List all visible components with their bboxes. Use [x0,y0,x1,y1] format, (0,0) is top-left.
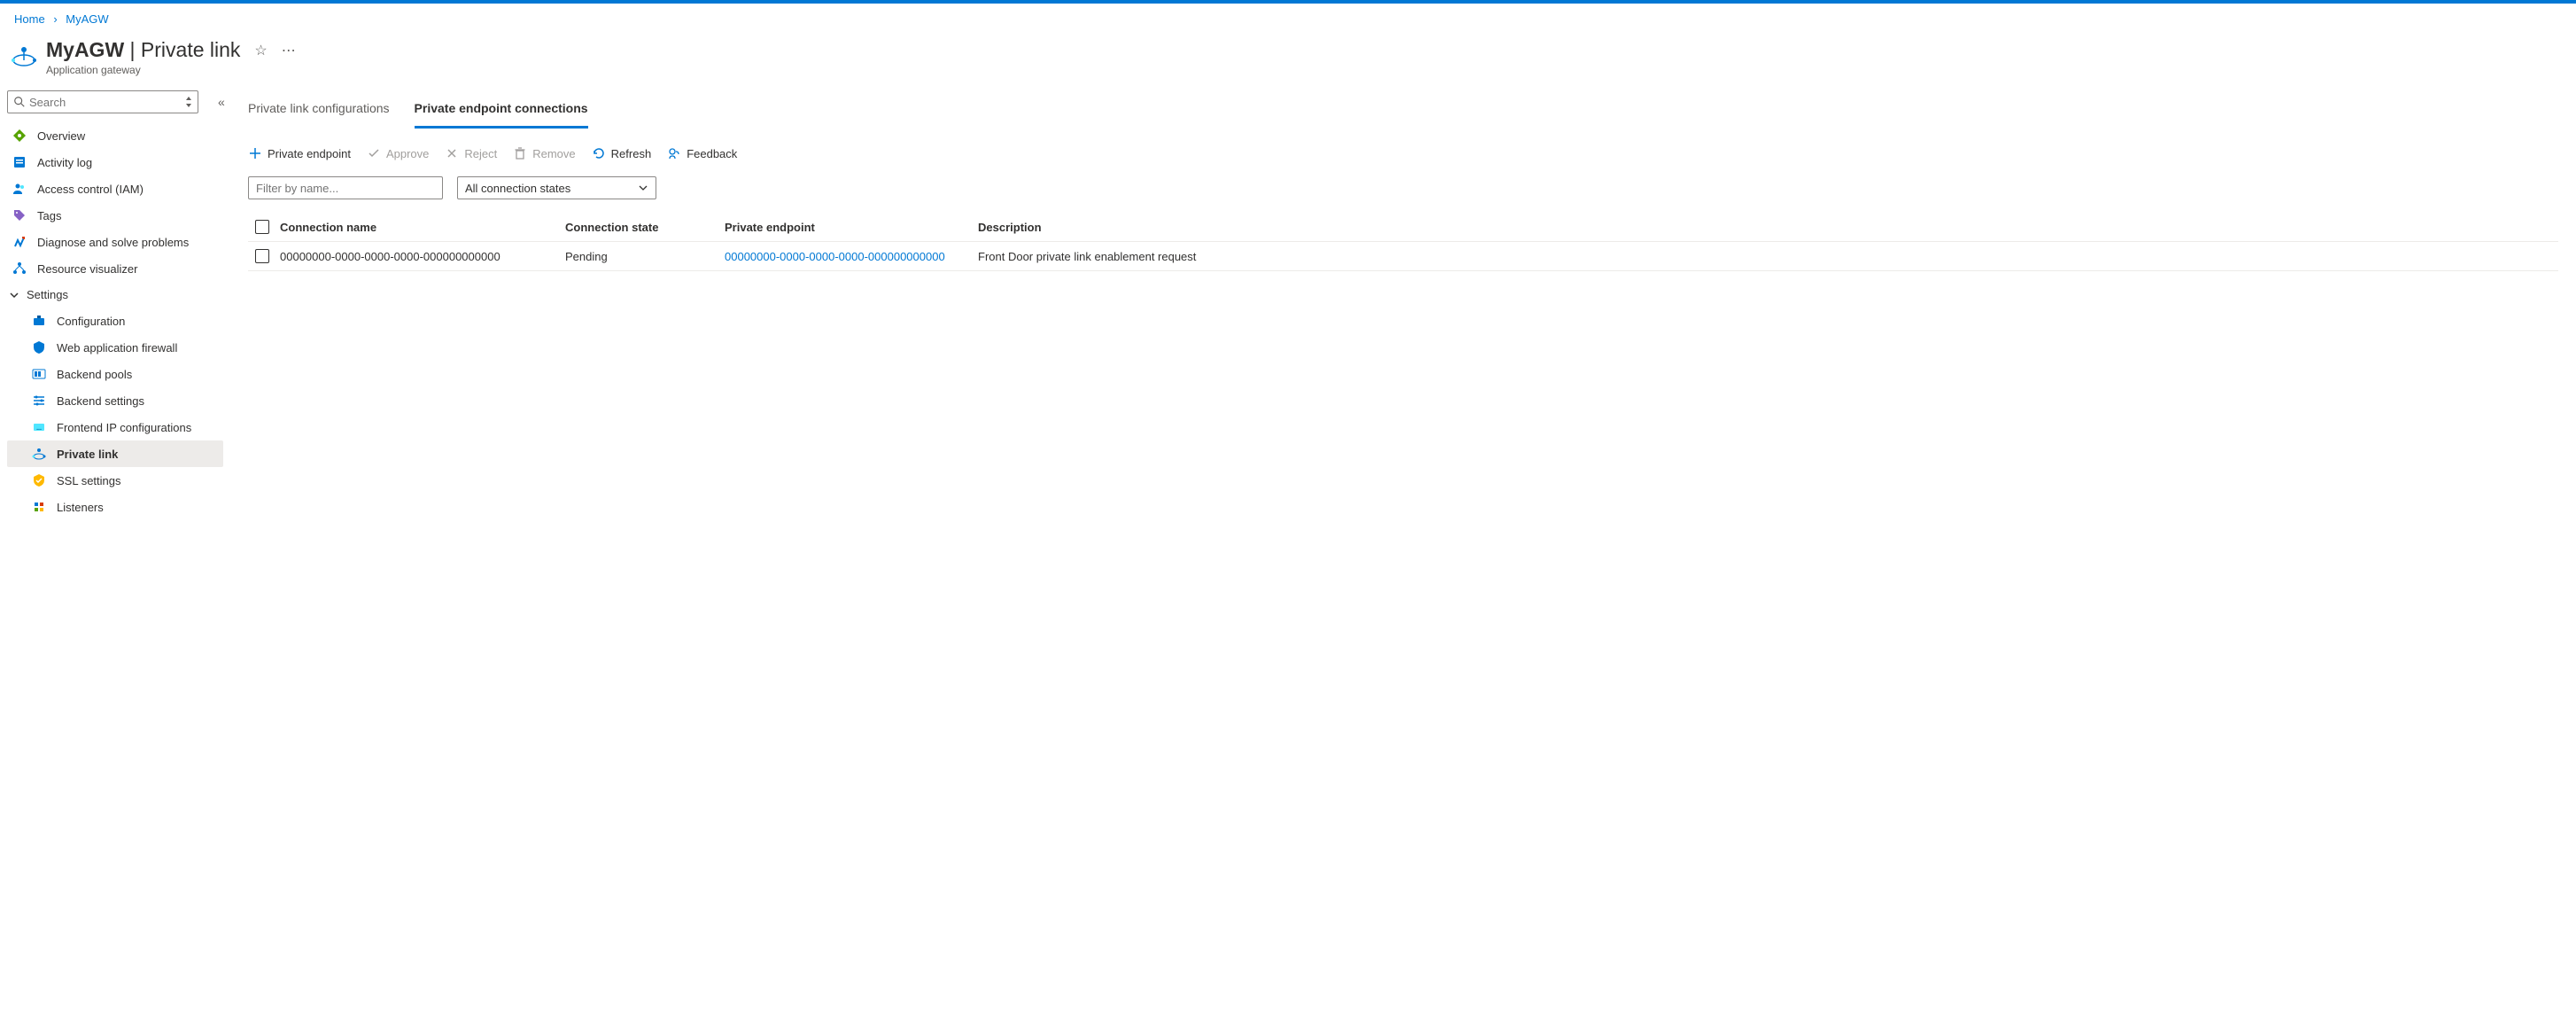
access-control-icon [12,182,27,196]
feedback-button[interactable]: Feedback [667,146,737,160]
tags-icon [12,208,27,222]
sidebar-item-private-link[interactable]: Private link [7,440,223,467]
sidebar-item-label: Listeners [57,501,104,514]
column-header-desc[interactable]: Description [978,221,2558,234]
refresh-button[interactable]: Refresh [592,146,652,160]
app-gateway-icon [9,42,39,72]
sidebar-item-label: Diagnose and solve problems [37,236,189,249]
description-cell: Front Door private link enablement reque… [978,250,2558,263]
sidebar-item-label: Activity log [37,156,92,169]
remove-button: Remove [513,146,575,160]
visualizer-icon [12,261,27,276]
filter-state-select[interactable]: All connection states [457,176,656,199]
page-header: MyAGW | Private link ☆ ⋯ Application gat… [0,35,2576,90]
checkmark-icon [367,146,381,160]
sidebar-item-frontend-ip[interactable]: ... Frontend IP configurations [7,414,223,440]
sidebar-item-label: Access control (IAM) [37,183,144,196]
diagnose-icon [12,235,27,249]
activity-log-icon [12,155,27,169]
toolbar: Private endpoint Approve Reject Remove [248,130,2558,176]
column-header-endpoint[interactable]: Private endpoint [725,221,978,234]
sidebar-item-configuration[interactable]: Configuration [7,308,223,334]
connection-name-cell: 00000000-0000-0000-0000-000000000000 [280,250,565,263]
sidebar-search-input[interactable] [29,96,185,109]
svg-text:...: ... [36,425,42,432]
sidebar-group-label: Settings [27,288,68,301]
sidebar-item-label: Configuration [57,315,125,328]
sidebar-item-label: Resource visualizer [37,262,137,276]
sidebar-search-box[interactable] [7,90,198,113]
sidebar-item-waf[interactable]: Web application firewall [7,334,223,361]
listeners-icon [32,500,46,514]
sidebar-item-label: Backend settings [57,394,144,408]
backend-settings-icon [32,394,46,408]
sidebar-item-activity-log[interactable]: Activity log [7,149,223,175]
search-icon [13,96,26,108]
sidebar-item-tags[interactable]: Tags [7,202,223,229]
x-icon [445,146,459,160]
chevron-right-icon: › [53,12,57,26]
sidebar-item-label: SSL settings [57,474,121,487]
breadcrumb-current[interactable]: MyAGW [66,12,108,26]
sidebar-item-label: Backend pools [57,368,132,381]
frontend-ip-icon: ... [32,420,46,434]
configuration-icon [32,314,46,328]
sidebar-item-label: Overview [37,129,85,143]
breadcrumb: Home › MyAGW [0,4,2576,35]
sidebar-item-resource-visualizer[interactable]: Resource visualizer [7,255,223,282]
private-link-icon [32,447,46,461]
tab-private-link-configs[interactable]: Private link configurations [248,90,390,129]
sidebar-item-listeners[interactable]: Listeners [7,494,223,520]
table-header-row: Connection name Connection state Private… [248,212,2558,241]
ssl-icon [32,473,46,487]
connections-table: Connection name Connection state Private… [248,212,2558,271]
favorite-star-icon[interactable]: ☆ [254,42,267,59]
reject-button: Reject [445,146,497,160]
approve-button: Approve [367,146,429,160]
backend-pools-icon [32,367,46,381]
chevron-down-icon [638,183,648,193]
page-title: MyAGW | Private link [46,38,240,62]
sidebar-item-backend-settings[interactable]: Backend settings [7,387,223,414]
trash-icon [513,146,527,160]
refresh-icon [592,146,606,160]
sidebar-item-diagnose[interactable]: Diagnose and solve problems [7,229,223,255]
sidebar-item-label: Tags [37,209,61,222]
table-row[interactable]: 00000000-0000-0000-0000-000000000000 Pen… [248,241,2558,271]
sidebar-item-label: Web application firewall [57,341,177,355]
sidebar-item-ssl-settings[interactable]: SSL settings [7,467,223,494]
chevron-down-icon [9,290,19,300]
filter-state-label: All connection states [465,182,570,195]
select-all-checkbox[interactable] [255,220,269,234]
main-content: Private link configurations Private endp… [230,90,2576,520]
private-endpoint-link[interactable]: 00000000-0000-0000-0000-000000000000 [725,250,978,263]
column-header-name[interactable]: Connection name [280,221,565,234]
connection-state-cell: Pending [565,250,725,263]
sidebar-item-access-control[interactable]: Access control (IAM) [7,175,223,202]
firewall-icon [32,340,46,355]
feedback-icon [667,146,681,160]
filter-name-input[interactable] [248,176,443,199]
collapse-sidebar-icon[interactable]: « [218,95,225,109]
column-header-state[interactable]: Connection state [565,221,725,234]
resource-type-label: Application gateway [46,64,296,76]
sort-updown-icon[interactable] [185,97,192,107]
tab-private-endpoint-connections[interactable]: Private endpoint connections [415,90,588,129]
sidebar-item-label: Frontend IP configurations [57,421,191,434]
sidebar-item-overview[interactable]: Overview [7,122,223,149]
breadcrumb-home[interactable]: Home [14,12,45,26]
sidebar-item-label: Private link [57,448,118,461]
filter-row: All connection states [248,176,2558,199]
sidebar-item-backend-pools[interactable]: Backend pools [7,361,223,387]
more-ellipsis-icon[interactable]: ⋯ [282,42,296,59]
overview-icon [12,129,27,143]
row-checkbox[interactable] [255,249,269,263]
add-private-endpoint-button[interactable]: Private endpoint [248,146,351,160]
sidebar-group-settings[interactable]: Settings [7,282,223,308]
tab-bar: Private link configurations Private endp… [248,90,2558,129]
plus-icon [248,146,262,160]
sidebar: « Overview Activity log Access control (… [0,90,230,520]
